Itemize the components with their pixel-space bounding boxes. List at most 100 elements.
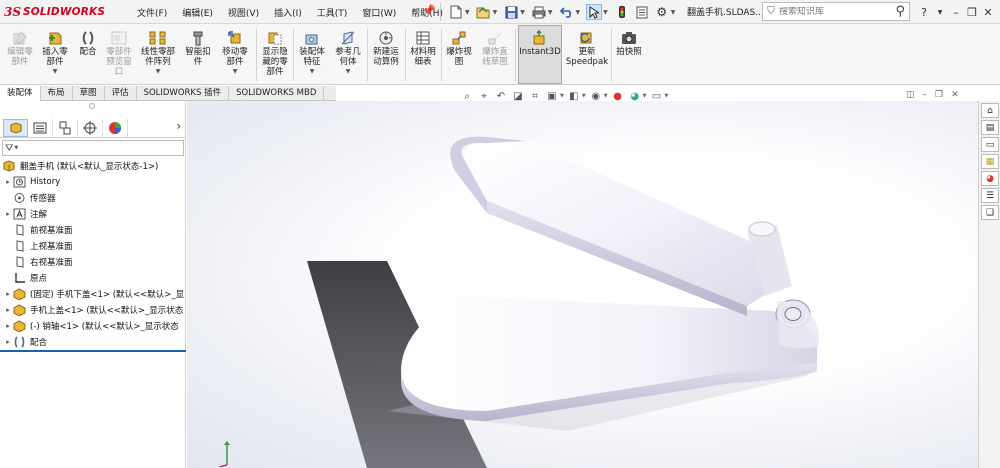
tree-rollback-bar[interactable] [0,350,186,352]
file-properties-icon[interactable] [634,4,650,20]
appearances-icon[interactable]: ◕ [981,171,999,186]
exploded-view-button[interactable]: 爆炸视 图 [443,30,475,84]
custom-properties-icon[interactable]: ☰ [981,188,999,203]
chevron-down-icon[interactable]: ▼ [493,9,498,16]
tree-filter[interactable]: ⛛ ▼ [2,140,184,156]
chevron-down-icon[interactable]: ▼ [560,93,564,99]
chevron-down-icon[interactable]: ▼ [576,9,581,16]
zoom-to-area-icon[interactable]: ⌖ [477,89,491,103]
view-settings-icon[interactable]: ▭ [649,89,663,103]
tab-evaluate[interactable]: 评估 [105,86,137,101]
close-viewport-icon[interactable]: ✕ [951,90,959,100]
flip-phone-model[interactable] [187,101,978,468]
home-icon[interactable]: ⌂ [981,103,999,118]
panel-grip-handle[interactable] [89,103,95,109]
search-icon[interactable]: ⚲ [895,4,905,19]
assembly-features-button[interactable]: 装配体 特征 ▼ [295,30,329,84]
minimize-viewport-icon[interactable]: – [923,90,928,100]
bill-of-materials-button[interactable]: 材料明 细表 [407,30,439,84]
3d-content-icon[interactable]: ▤ [981,120,999,135]
section-view-icon[interactable]: ◪ [511,89,525,103]
edit-appearance-icon[interactable]: ● [611,89,625,103]
restore-button[interactable]: ❐ [964,6,980,19]
new-document-icon[interactable] [448,4,464,20]
chevron-down-icon[interactable]: ▼ [604,93,608,99]
close-button[interactable]: ✕ [980,6,996,19]
component-preview-button[interactable]: 零部件 预览窗 口 [102,30,136,84]
apply-scene-icon[interactable]: ◕ [628,89,642,103]
chevron-down-icon[interactable]: ▼ [548,9,553,16]
tab-layout[interactable]: 布局 [41,86,73,101]
view-orientation-icon[interactable]: ▣ [545,89,559,103]
chevron-down-icon[interactable]: ▼ [932,9,948,16]
move-component-button[interactable]: 移动零 部件 ▼ [216,30,254,84]
expand-arrow-icon[interactable]: ▸ [4,178,12,186]
display-style-icon[interactable]: ◧ [567,89,581,103]
instant3d-button[interactable]: Instant3D [518,25,562,84]
select-pointer-icon[interactable] [586,4,603,20]
property-manager-tab-icon[interactable] [28,118,53,137]
print-icon[interactable] [531,4,547,20]
open-icon[interactable] [476,4,492,20]
chevron-down-icon[interactable]: ▼ [643,93,647,99]
expand-arrow-icon[interactable]: ▸ [4,290,12,298]
menu-window[interactable]: 窗口(W) [358,6,400,19]
mate-button[interactable]: 配合 [74,30,102,84]
configuration-manager-tab-icon[interactable] [53,118,78,137]
chevron-down-icon[interactable]: ▼ [465,9,470,16]
reference-geometry-button[interactable]: 参考几 何体 ▼ [331,30,365,84]
design-library-icon[interactable]: ▭ [981,137,999,152]
pin-menu-icon[interactable]: 📌 [422,4,436,17]
edit-component-button[interactable]: 编辑零 部件 [4,30,36,84]
minimize-button[interactable]: – [948,6,964,19]
graphics-area[interactable] [187,101,978,468]
tree-item-origin[interactable]: 原点 [0,270,186,286]
tree-item-phone-bottom-cover[interactable]: ▸ (固定) 手机下盖<1> (默认<<默认>_显 [0,286,186,302]
hide-show-items-icon[interactable]: ◉ [589,89,603,103]
chevron-down-icon[interactable]: ▼ [671,9,676,16]
menu-tools[interactable]: 工具(T) [313,6,352,19]
rebuild-icon[interactable] [614,4,630,20]
tab-assembly[interactable]: 装配体 [0,86,41,101]
show-hidden-components-button[interactable]: 显示隐 藏的零 部件 [258,30,292,84]
tab-solidworks-addins[interactable]: SOLIDWORKS 插件 [137,86,230,101]
tree-item-top-plane[interactable]: 上视基准面 [0,238,186,254]
search-input[interactable] [779,6,879,17]
chevron-down-icon[interactable]: ▼ [603,9,608,16]
tree-item-history[interactable]: ▸ History [0,174,186,190]
expand-arrow-icon[interactable]: ▸ [4,322,12,330]
tree-item-annotations[interactable]: ▸ 注解 [0,206,186,222]
chevron-down-icon[interactable]: ▼ [582,93,586,99]
tab-solidworks-mbd[interactable]: SOLIDWORKS MBD [229,86,325,101]
dimxpert-manager-tab-icon[interactable] [78,118,103,137]
maximize-viewport-icon[interactable]: ❐ [935,90,943,100]
forum-icon[interactable]: ❏ [981,205,999,220]
expand-arrow-icon[interactable]: ▸ [4,306,12,314]
search-box[interactable]: ⛉ ⚲ [762,2,910,21]
restore-viewport-icon[interactable]: ◫ [906,90,915,100]
take-snapshot-button[interactable]: 拍快照 [613,30,645,84]
explode-line-sketch-button[interactable]: 爆炸直 线草图 [477,30,513,84]
feature-manager-tab-icon[interactable] [3,118,28,137]
tree-item-mates[interactable]: ▸ 配合 [0,334,186,350]
dynamic-annotation-icon[interactable]: ⌗ [528,89,542,103]
chevron-down-icon[interactable]: ▼ [664,93,668,99]
save-icon[interactable] [503,4,519,20]
smart-fasteners-button[interactable]: 智能扣 件 [182,30,214,84]
undo-icon[interactable] [559,4,575,20]
menu-view[interactable]: 视图(V) [224,6,263,19]
tree-item-phone-top-cover[interactable]: ▸ 手机上盖<1> (默认<<默认>_显示状态 [0,302,186,318]
options-gear-icon[interactable]: ⚙ [654,4,670,20]
insert-component-button[interactable]: 插入零 部件 ▼ [38,30,72,84]
tree-item-front-plane[interactable]: 前视基准面 [0,222,186,238]
linear-pattern-button[interactable]: 线性零部 件阵列 ▼ [137,30,179,84]
expand-arrow-icon[interactable]: ▸ [4,338,12,346]
tree-item-sensors[interactable]: 传感器 [0,190,186,206]
zoom-to-fit-icon[interactable]: ⌕ [460,89,474,103]
help-button[interactable]: ? [916,6,932,19]
solidworks-logo[interactable]: 3S SOLIDWORKS [4,4,105,20]
menu-file[interactable]: 文件(F) [133,6,171,19]
expand-arrow-icon[interactable]: ▸ [4,210,12,218]
file-explorer-icon[interactable]: ▦ [981,154,999,169]
menu-insert[interactable]: 插入(I) [270,6,306,19]
